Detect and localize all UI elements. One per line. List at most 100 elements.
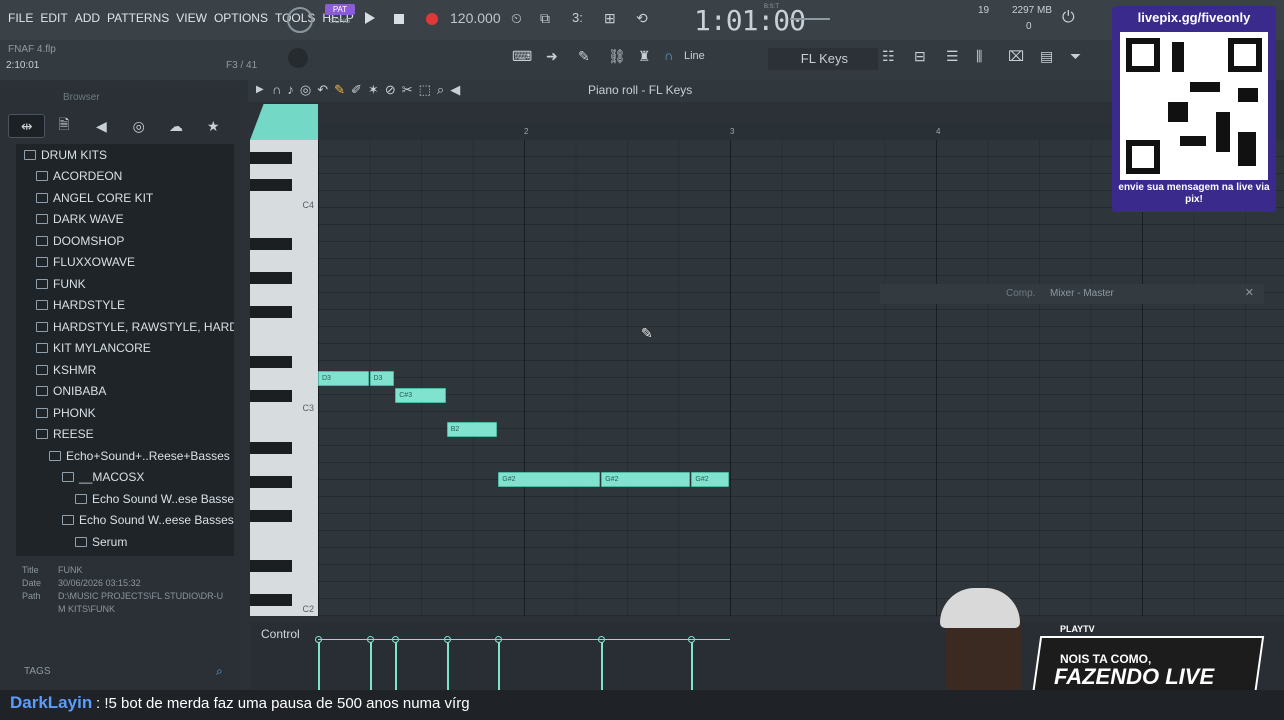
star-tab-icon[interactable]: ★ — [195, 114, 232, 138]
speaker-icon[interactable]: ◀ — [450, 82, 466, 97]
piano-keyboard[interactable]: C4 C3 C2 — [250, 140, 318, 616]
black-key[interactable] — [250, 152, 292, 164]
tree-item[interactable]: HARDSTYLE — [36, 295, 125, 316]
tree-item[interactable]: DRUM KITS — [24, 144, 107, 165]
browser-icon[interactable]: ⌧ — [1008, 48, 1024, 65]
menu-view[interactable]: VIEW — [176, 11, 207, 25]
magnet-icon[interactable]: ∩ — [272, 82, 287, 97]
note[interactable]: D3 — [318, 371, 369, 386]
velocity-bar[interactable] — [369, 640, 372, 692]
arrow-right-icon[interactable]: ➜ — [546, 48, 558, 65]
menu-edit[interactable]: EDIT — [40, 11, 67, 25]
undo-icon[interactable]: ↶ — [317, 82, 334, 97]
menu-file[interactable]: FILE — [8, 11, 33, 25]
tree-item[interactable]: HARDSTYLE, RAWSTYLE, HARDCORE — [36, 316, 234, 337]
black-key[interactable] — [250, 306, 292, 318]
power-icon[interactable]: ⏻ — [1062, 9, 1075, 27]
speaker-tab-icon[interactable]: ◀ — [83, 114, 120, 138]
velocity-bar[interactable] — [691, 640, 694, 692]
menu-options[interactable]: OPTIONS — [214, 11, 268, 25]
tree-item[interactable]: ONIBABA — [36, 381, 106, 402]
black-key[interactable] — [250, 272, 292, 284]
delete-icon[interactable]: ✶ — [368, 82, 385, 97]
wait-input-icon[interactable]: ⧉ — [540, 10, 550, 27]
tag-search-icon[interactable]: ⌕ — [216, 664, 223, 679]
files-tab-icon[interactable]: 🗎 — [45, 114, 82, 138]
black-key[interactable] — [250, 476, 292, 488]
playlist-icon[interactable]: ⊟ — [914, 48, 926, 65]
plugins-tab-icon[interactable]: ◎ — [120, 114, 157, 138]
black-key[interactable] — [250, 390, 292, 402]
link-icon[interactable]: ⛓ — [608, 48, 626, 65]
tree-item[interactable]: __MACOSX — [62, 467, 144, 488]
mixer-window-bar[interactable]: Comp. Mixer - Master ✕ — [880, 284, 1264, 304]
menu-add[interactable]: ADD — [75, 11, 100, 25]
black-key[interactable] — [250, 179, 292, 191]
tree-item[interactable]: DOOMSHOP — [36, 230, 124, 251]
song-time-display[interactable]: 1:01:00 — [694, 4, 806, 37]
paint-icon[interactable]: ✐ — [351, 82, 368, 97]
velocity-bar[interactable] — [395, 640, 398, 692]
mute-icon[interactable]: ⊘ — [385, 82, 402, 97]
black-key[interactable] — [250, 442, 292, 454]
select-icon[interactable]: ⬚ — [419, 82, 437, 97]
draw-pencil-icon[interactable]: ✎ — [334, 82, 351, 97]
close-icon[interactable]: ✕ — [1245, 286, 1254, 299]
snap-select[interactable]: Line — [684, 50, 705, 62]
velocity-bar[interactable] — [446, 640, 449, 692]
tree-item[interactable]: ACORDEON — [36, 166, 122, 187]
tree-item[interactable]: DARK WAVE — [36, 209, 124, 230]
plugin-icon[interactable]: ▤ — [1040, 48, 1053, 65]
record-button[interactable] — [426, 13, 438, 25]
note[interactable]: G#2 — [498, 472, 601, 487]
tree-item[interactable]: FLUXXOWAVE — [36, 252, 135, 273]
velocity-bar[interactable] — [601, 640, 604, 692]
all-tab-icon[interactable]: ⇹ — [8, 114, 46, 138]
play-note-icon[interactable]: ♪ — [287, 82, 300, 97]
metronome-icon[interactable]: ⏲ — [511, 10, 522, 27]
tree-item[interactable]: FUNK — [36, 273, 86, 294]
black-key[interactable] — [250, 594, 292, 606]
countdown-icon[interactable]: 3: — [572, 10, 583, 25]
tree-item[interactable]: KSHMR — [36, 359, 96, 380]
tree-item[interactable]: PHONK — [36, 402, 96, 423]
timeline-ruler[interactable]: 2 3 4 — [318, 124, 1118, 140]
note[interactable]: B2 — [446, 422, 498, 437]
black-key[interactable] — [250, 238, 292, 250]
tree-item[interactable]: Echo Sound W..eese Basses — [62, 510, 234, 531]
pencil-icon[interactable]: ✎ — [578, 48, 590, 65]
slice-icon[interactable]: ✂ — [402, 82, 419, 97]
tree-item[interactable]: Serum — [75, 531, 127, 552]
mixer-icon[interactable]: ☷ — [882, 48, 895, 65]
snap-magnet-icon[interactable]: ∩ — [664, 48, 673, 63]
black-key[interactable] — [250, 560, 292, 572]
note[interactable]: G#2 — [691, 472, 729, 487]
black-key[interactable] — [250, 356, 292, 368]
channel-rack-icon[interactable]: ☰ — [946, 48, 959, 65]
note[interactable]: G#2 — [601, 472, 691, 487]
tree-item[interactable]: ANGEL CORE KIT — [36, 187, 153, 208]
note[interactable]: D3 — [369, 371, 395, 386]
control-label[interactable]: Control — [261, 627, 300, 641]
menu-patterns[interactable]: PATTERNS — [107, 11, 169, 25]
pat-song-switch[interactable]: PAT SONG — [325, 4, 355, 34]
stop-button[interactable] — [394, 14, 404, 24]
target-icon[interactable]: ◎ — [300, 82, 317, 97]
piano-roll-icon[interactable]: ⫼ — [976, 48, 982, 65]
velocity-bar[interactable] — [318, 640, 320, 692]
velocity-bar[interactable] — [498, 640, 501, 692]
loop-record-icon[interactable]: ⟲ — [636, 10, 648, 27]
channel-select[interactable]: FL Keys — [768, 48, 878, 70]
cloud-tab-icon[interactable]: ☁ — [157, 114, 194, 138]
pr-menu-arrow-icon[interactable]: ▶ — [256, 84, 264, 95]
tree-item[interactable]: REESE — [36, 424, 94, 445]
tempo-tap-icon[interactable]: ⏷ — [1070, 48, 1081, 65]
zoom-icon[interactable]: ⌕ — [437, 82, 450, 97]
stamp-icon[interactable]: ♜ — [638, 48, 651, 65]
play-button[interactable] — [365, 12, 375, 24]
black-key[interactable] — [250, 510, 292, 522]
master-volume-knob[interactable] — [288, 48, 308, 68]
tempo-display[interactable]: 120.000 — [450, 10, 501, 26]
blend-notes-icon[interactable]: ⊞ — [604, 10, 616, 27]
tree-item[interactable]: KIT MYLANCORE — [36, 338, 151, 359]
